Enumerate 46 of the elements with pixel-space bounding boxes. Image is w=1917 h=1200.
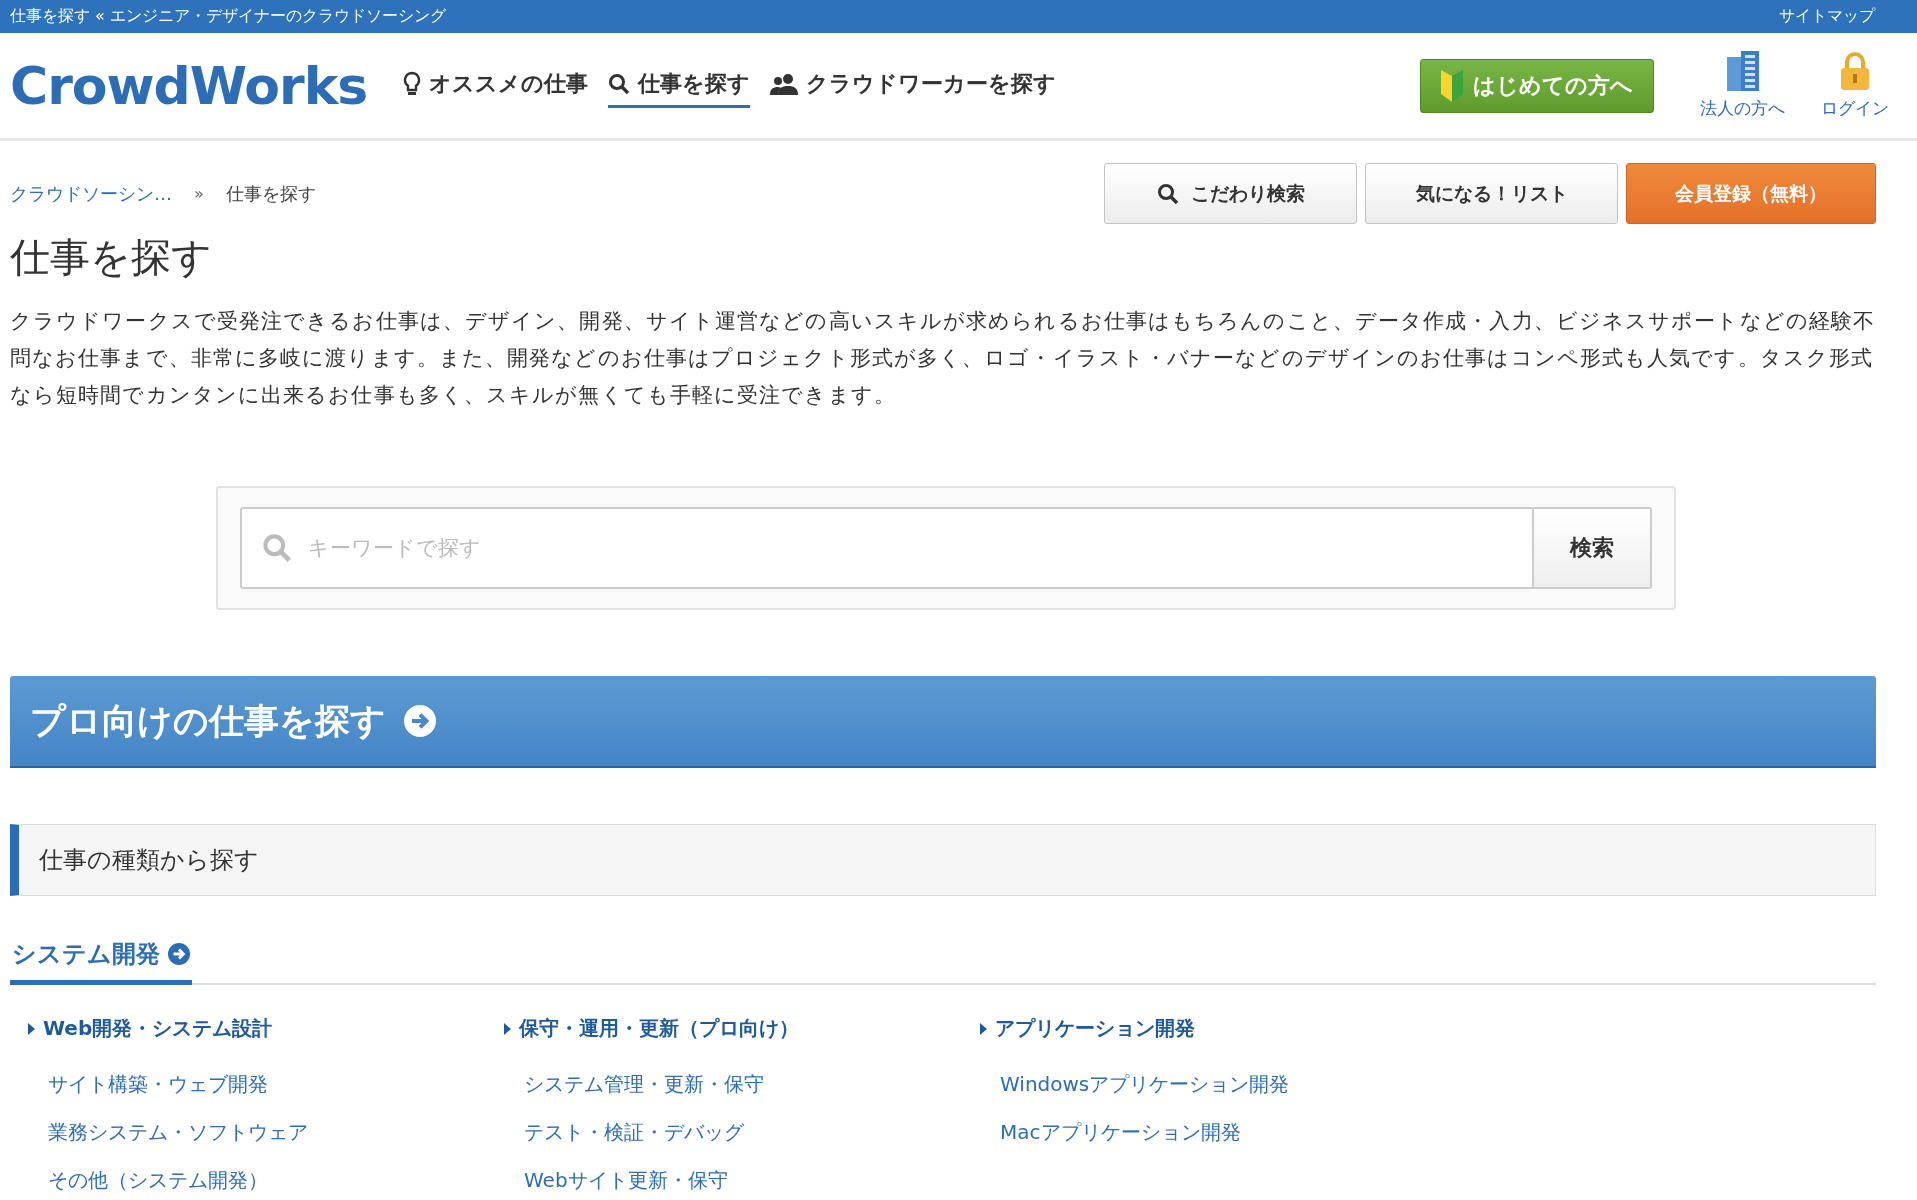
breadcrumb-link[interactable]: クラウドソーシン… xyxy=(10,181,172,206)
people-icon xyxy=(770,73,799,95)
subcategory-link[interactable]: テスト・検証・デバッグ xyxy=(504,1108,980,1156)
triangle-icon xyxy=(504,1022,511,1035)
header-link[interactable]: ログイン xyxy=(1821,51,1889,120)
breadcrumb-current: 仕事を探す xyxy=(225,181,316,206)
search-field[interactable]: キーワードで探す xyxy=(240,507,1534,589)
subcategory-heading[interactable]: Web開発・システム設計 xyxy=(28,1015,504,1042)
subcategory-link[interactable]: その他（システム開発） xyxy=(28,1156,504,1200)
subcategory-link[interactable]: Macアプリケーション開発 xyxy=(980,1108,1456,1156)
breadcrumb-separator: » xyxy=(194,184,204,203)
lock-icon xyxy=(1839,51,1871,91)
subcategory-link[interactable]: システム管理・更新・保守 xyxy=(504,1060,980,1108)
header-link[interactable]: 法人の方へ xyxy=(1700,51,1785,120)
nav-link[interactable]: クラウドワーカーを探す xyxy=(770,63,1057,108)
building-icon xyxy=(1726,51,1759,91)
subcategory-link[interactable]: サイト構築・ウェブ開発 xyxy=(28,1060,504,1108)
action-button[interactable]: こだわり検索 xyxy=(1104,163,1357,224)
lightbulb-icon xyxy=(403,71,422,97)
nav-link[interactable]: オススメの仕事 xyxy=(403,63,589,108)
subcategory-link[interactable]: 業務システム・ソフトウェア xyxy=(28,1108,504,1156)
triangle-icon xyxy=(28,1022,35,1035)
action-button[interactable]: 気になる！リスト xyxy=(1365,163,1618,224)
description-text: クラウドワークスで受発注できるお仕事は、デザイン、開発、サイト運営などの高いスキルが求められるお仕事はもちろんのこと、データ作成・入力、ビジネスサポートなどの経験不問なお仕事まで、非常に多岐に渡ります。また、開発などのお仕事はプロジェクト形式が多く、ロゴ・イラスト・バナーなどのデザインのお仕事はコンペ形式も人気です。タスク形式なら短時間でカンタンに出来るお仕事も多く、スキルが無くても手軽に受注できます。 xyxy=(10,308,1876,409)
search-icon xyxy=(608,73,631,95)
arrow-circle-icon xyxy=(404,705,436,737)
sitemap-link[interactable]: サイトマップ xyxy=(1779,6,1875,27)
search-button[interactable]: 検索 xyxy=(1534,507,1652,589)
pro-jobs-banner[interactable]: プロ向けの仕事を探す xyxy=(10,676,1876,768)
arrow-circle-icon xyxy=(168,943,190,965)
nav-link[interactable]: 仕事を探す xyxy=(608,63,751,108)
search-icon xyxy=(1156,182,1179,205)
subcategory-heading[interactable]: 保守・運用・更新（プロ向け） xyxy=(504,1015,980,1042)
logo[interactable]: CrowdWorks xyxy=(10,55,368,116)
beginner-mark-icon xyxy=(1439,69,1465,102)
section-header: 仕事の種類から探す xyxy=(10,824,1876,896)
subcategory-heading[interactable]: アプリケーション開発 xyxy=(980,1015,1456,1042)
page-title: 仕事を探す xyxy=(10,233,213,282)
category-tab[interactable]: システム開発 xyxy=(10,938,192,985)
beginner-button[interactable]: はじめての方へ xyxy=(1420,58,1654,113)
action-button[interactable]: 会員登録（無料） xyxy=(1626,163,1876,224)
page-heading-text: 仕事を探す « エンジニア・デザイナーのクラウドソーシング xyxy=(10,6,446,27)
triangle-icon xyxy=(980,1022,987,1035)
subcategory-link[interactable]: Windowsアプリケーション開発 xyxy=(980,1060,1456,1108)
search-icon xyxy=(262,533,292,563)
subcategory-link[interactable]: Webサイト更新・保守 xyxy=(504,1156,980,1200)
